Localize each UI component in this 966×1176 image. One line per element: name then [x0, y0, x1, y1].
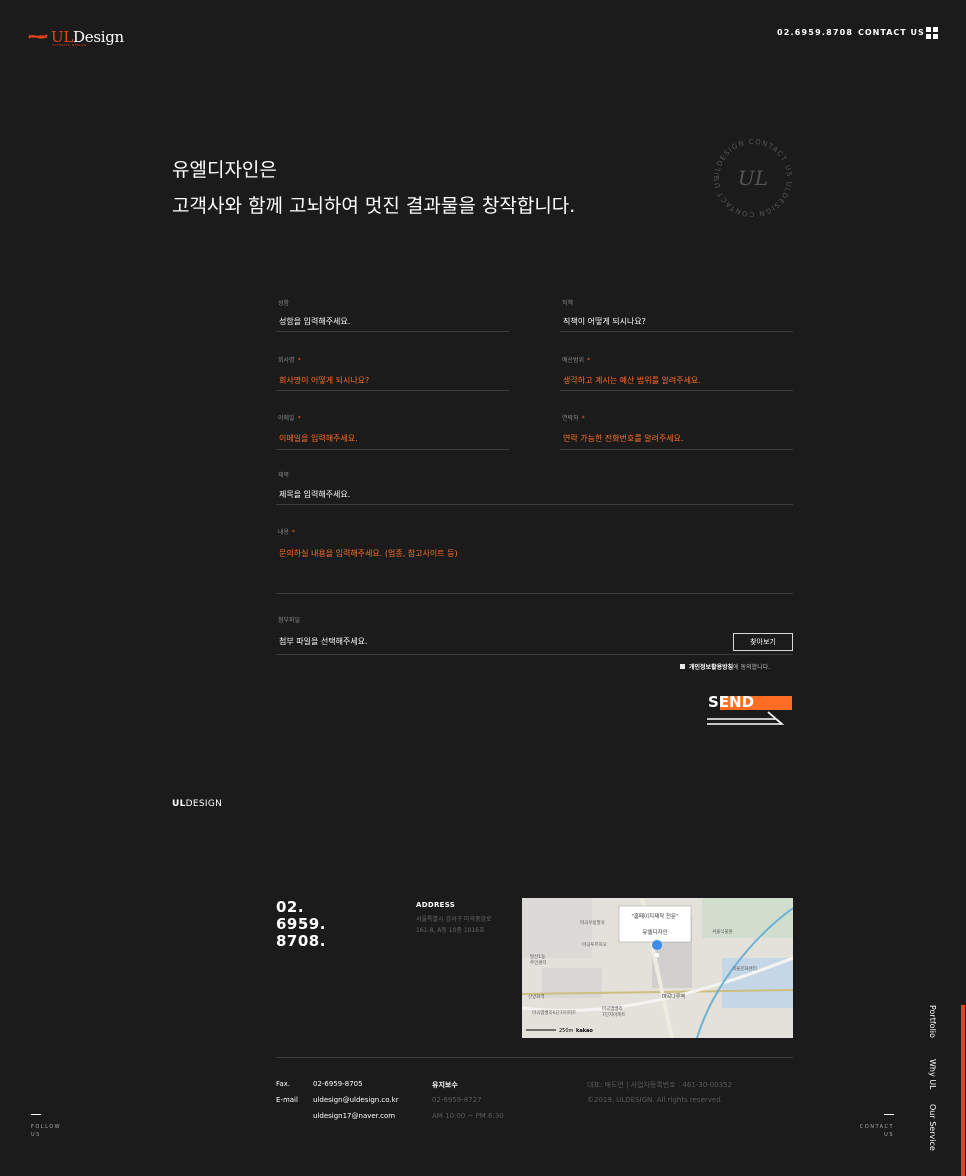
phone-field[interactable]: 연락처 * 연락 가능한 전화번호를 알려주세요.: [560, 413, 793, 450]
fax-label: Fax.: [276, 1080, 291, 1088]
company-input[interactable]: 회사명이 어떻게 되시나요?: [279, 375, 369, 386]
hero-line-1: 유엘디자인은: [172, 159, 277, 181]
email-label-footer: E-mail: [276, 1096, 298, 1104]
side-link-why-ul[interactable]: Why UL: [928, 1059, 937, 1090]
svg-text:서울식물원: 서울식물원: [712, 928, 733, 935]
scroll-indicator[interactable]: [961, 1005, 965, 1176]
address-title: ADDRESS: [416, 901, 456, 909]
business-info: 대표: 배도연 | 사업자등록번호 : 461-30-00352: [587, 1081, 733, 1089]
svg-text:마곡나루역: 마곡나루역: [662, 993, 685, 1000]
footer-brand: ULDESIGN: [172, 799, 223, 809]
budget-label: 예산범위 *: [562, 357, 591, 364]
map-brand: kakao: [576, 1028, 593, 1034]
position-field[interactable]: 직책 직책이 어떻게 되시나요?: [560, 298, 793, 332]
logo-swoosh-icon: [28, 34, 48, 39]
email-link-2[interactable]: uldesign17@naver.com: [313, 1112, 395, 1120]
footer-divider: [276, 1057, 793, 1058]
content-label: 내용 *: [278, 529, 296, 536]
browse-file-button[interactable]: 찾아보기: [733, 633, 793, 651]
send-label: SEND: [708, 693, 754, 711]
name-field[interactable]: 성함 성함을 입력해주세요.: [276, 298, 509, 332]
header-contact-link[interactable]: CONTACT US: [858, 28, 925, 37]
file-label: 첨부파일: [278, 617, 301, 624]
logo-subtitle: ULTIMATE DESIGN: [52, 43, 87, 47]
svg-text:발산1동: 발산1동: [530, 953, 545, 960]
company-field[interactable]: 회사명 * 회사명이 어떻게 되시나요?: [276, 355, 509, 391]
privacy-text: 개인정보활용방침에 동의합니다.: [689, 664, 771, 671]
maintenance-title: 유지보수: [432, 1081, 458, 1089]
fax-number: 02-6959-8705: [313, 1080, 363, 1088]
maintenance-phone: 02-6959-8727: [432, 1096, 482, 1104]
subject-input[interactable]: 제목을 입력해주세요.: [279, 489, 350, 500]
email-input[interactable]: 이메일을 입력해주세요.: [279, 433, 358, 444]
email-link-1[interactable]: uldesign@uldesign.co.kr: [313, 1096, 399, 1104]
stamp-center: UL: [738, 166, 768, 190]
contact-us-side[interactable]: CONTACT US: [856, 1114, 894, 1139]
map-callout-line1: "홈페이지제작 전문": [631, 912, 678, 920]
hero-line-2: 고객사와 함께 고뇌하여 멋진 결과물을 창작합니다.: [172, 195, 576, 217]
svg-text:신방화역: 신방화역: [528, 993, 545, 1000]
phone-label: 연락처 *: [562, 415, 585, 422]
footer-big-phone: 02. 6959. 8708.: [276, 898, 326, 950]
header-phone: 02.6959.8708: [777, 28, 854, 37]
phone-input[interactable]: 연락 가능한 전화번호를 알려주세요.: [563, 433, 684, 444]
side-link-portfolio[interactable]: Portfolio: [928, 1005, 937, 1038]
contact-dash: [884, 1114, 894, 1115]
email-label: 이메일 *: [278, 415, 301, 422]
subject-label: 제목: [278, 472, 290, 479]
side-nav: Portfolio Why UL Our Service: [923, 1005, 941, 1152]
file-input[interactable]: 첨부 파일을 선택해주세요.: [279, 636, 368, 647]
content-textarea[interactable]: 문의하실 내용을 입력해주세요. (업종, 참고사이트 등): [279, 548, 458, 559]
svg-text:마곡엠밸리6단지아파트: 마곡엠밸리6단지아파트: [532, 1009, 576, 1016]
subject-field[interactable]: 제목 제목을 입력해주세요.: [276, 470, 793, 505]
budget-field[interactable]: 예산범위 * 생각하고 계시는 예산 범위를 알려주세요.: [560, 355, 793, 391]
maintenance-hours: AM 10:00 ~ PM 6:30: [432, 1112, 504, 1120]
side-link-our-service[interactable]: Our Service: [928, 1104, 937, 1151]
email-field[interactable]: 이메일 * 이메일을 입력해주세요.: [276, 413, 509, 450]
name-input[interactable]: 성함을 입력해주세요.: [279, 316, 350, 327]
company-label: 회사명 *: [278, 357, 301, 364]
svg-text:마곡엠밸리: 마곡엠밸리: [602, 1005, 623, 1012]
send-button[interactable]: SEND: [706, 690, 796, 726]
location-map[interactable]: 마곡우림필유 마곡푸르지오 발산1동 주민센터 신방화역 마곡나루역 식물문화센…: [522, 898, 793, 1038]
svg-text:7단지아파트: 7단지아파트: [602, 1011, 626, 1018]
privacy-policy-link[interactable]: 개인정보활용방침: [689, 664, 733, 671]
logo[interactable]: ULDesign ULTIMATE DESIGN: [28, 26, 124, 48]
contact-us-stamp: ULDESIGN CONTACT US ULDESIGN CONTACT US …: [713, 138, 792, 218]
content-field[interactable]: 내용 * 문의하실 내용을 입력해주세요. (업종, 참고사이트 등): [276, 527, 793, 594]
privacy-consent[interactable]: 개인정보활용방침에 동의합니다.: [680, 662, 770, 671]
grid-menu-icon[interactable]: [926, 27, 938, 39]
map-callout-line2: 유엘디자인: [642, 928, 667, 936]
name-label: 성함: [278, 300, 290, 307]
follow-us[interactable]: FOLLOW US: [31, 1114, 61, 1139]
position-label: 직책: [562, 300, 574, 307]
svg-text:식물문화센터: 식물문화센터: [732, 965, 757, 972]
follow-dash: [31, 1114, 41, 1115]
map-scale: 250m: [559, 1028, 574, 1034]
copyright: ©2019, ULDESIGN. All rights reserved.: [587, 1096, 723, 1104]
svg-text:마곡우림필유: 마곡우림필유: [580, 919, 605, 926]
address-text: 서울특별시 강서구 마곡중앙로 161-8, A동 10층 1016호: [416, 916, 492, 934]
svg-text:주민센터: 주민센터: [530, 959, 547, 966]
position-input[interactable]: 직책이 어떻게 되시나요?: [563, 316, 646, 327]
svg-text:마곡푸르지오: 마곡푸르지오: [582, 941, 607, 948]
privacy-checkbox[interactable]: [680, 664, 685, 669]
file-field[interactable]: 첨부파일 첨부 파일을 선택해주세요.: [276, 615, 793, 655]
budget-input[interactable]: 생각하고 계시는 예산 범위를 알려주세요.: [563, 375, 701, 386]
